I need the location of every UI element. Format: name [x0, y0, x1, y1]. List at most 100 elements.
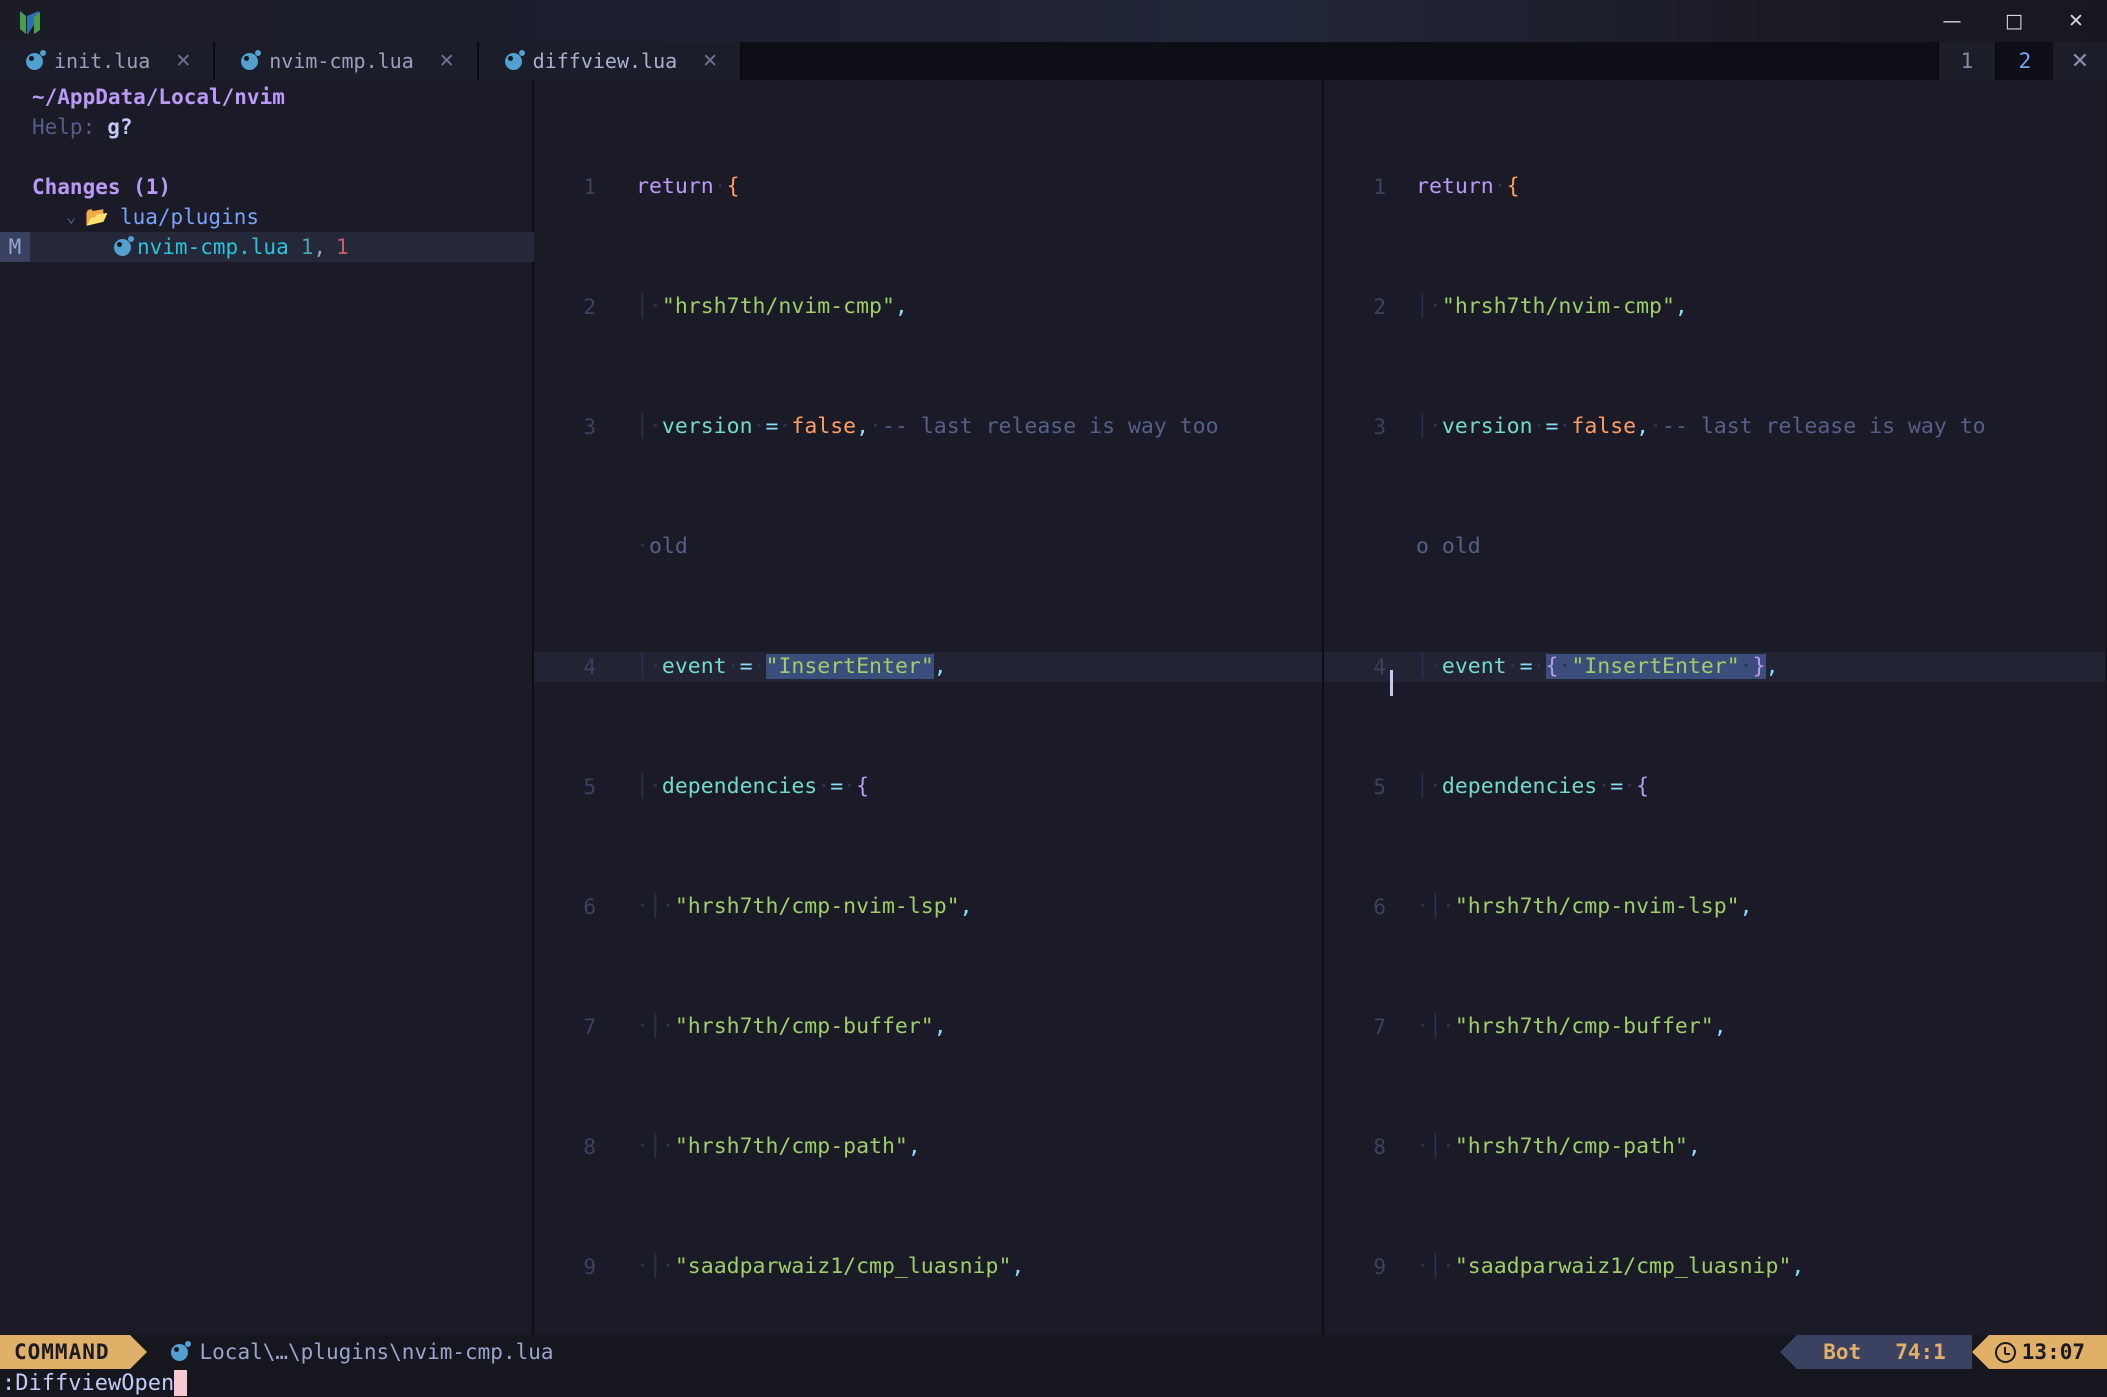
- tab-diffview-lua[interactable]: diffview.lua ✕: [479, 42, 742, 80]
- app-logo: [0, 7, 60, 35]
- tab-init-lua[interactable]: init.lua ✕: [0, 42, 215, 80]
- token-operator: =: [740, 654, 753, 679]
- code-line: 7 ·│·"hrsh7th/cmp-buffer",: [1324, 1012, 2105, 1042]
- code-line: 2 │·"hrsh7th/nvim-cmp",: [534, 292, 1322, 322]
- directory-row-lua-plugins[interactable]: ⌄ 📂 lua/plugins: [0, 202, 532, 232]
- diff-code-left: 1 return·{ 2 │·"hrsh7th/nvim-cmp", 3 │·v…: [534, 80, 1322, 1335]
- diff-code-right: 1 return·{ 2 │·"hrsh7th/nvim-cmp", 3 │·v…: [1324, 80, 2105, 1335]
- code-line: 3 │·version·=·false,·-- last release is …: [534, 412, 1322, 442]
- minimize-button[interactable]: —: [1921, 0, 1983, 42]
- token-brace: {: [856, 774, 869, 799]
- line-number: 3: [1324, 412, 1386, 442]
- tab-nvim-cmp-lua[interactable]: nvim-cmp.lua ✕: [215, 42, 478, 80]
- token-operator: =: [765, 414, 778, 439]
- token-comment: -- last release is way too: [882, 414, 1219, 439]
- code-line: 3 │·version·=·false,·-- last release is …: [1324, 412, 2105, 442]
- cursor-position-indicator: Bot 74:1: [1797, 1335, 1972, 1369]
- mode-separator-icon: [130, 1335, 147, 1369]
- diff-pane-left[interactable]: 1 return·{ 2 │·"hrsh7th/nvim-cmp", 3 │·v…: [534, 80, 1324, 1335]
- token-string: "hrsh7th/cmp-nvim-lsp": [1455, 894, 1740, 919]
- text-cursor: [1390, 670, 1393, 696]
- file-entry-nvim-cmp-lua[interactable]: M nvim-cmp.lua 1 , 1: [0, 232, 534, 262]
- line-number: 5: [534, 772, 596, 802]
- file-entry-name: nvim-cmp.lua: [137, 232, 289, 262]
- code-line: 2 │·"hrsh7th/nvim-cmp",: [1324, 292, 2105, 322]
- token-brace: {: [1636, 774, 1649, 799]
- clock-icon: [1995, 1342, 2016, 1363]
- token-boolean: false: [791, 414, 856, 439]
- token-string: "saadparwaiz1/cmp_luasnip": [1455, 1254, 1792, 1279]
- token-string: "hrsh7th/cmp-buffer": [1455, 1014, 1714, 1039]
- lua-file-icon: [241, 53, 258, 70]
- token-boolean: false: [1571, 414, 1636, 439]
- code-line: 6 ·│·"hrsh7th/cmp-nvim-lsp",: [1324, 892, 2105, 922]
- clock-indicator: 13:07: [1989, 1335, 2107, 1369]
- tabpage-2-button[interactable]: 2: [1995, 42, 2053, 80]
- tab-bar: init.lua ✕ nvim-cmp.lua ✕ diffview.lua ✕…: [0, 42, 2107, 80]
- tab-bar-filler: [742, 42, 1937, 80]
- line-number: 8: [1324, 1132, 1386, 1162]
- diff-pane-right[interactable]: 1 return·{ 2 │·"hrsh7th/nvim-cmp", 3 │·v…: [1324, 80, 2105, 1335]
- token-operator: =: [1545, 414, 1558, 439]
- line-number: 7: [534, 1012, 596, 1042]
- diff-added-open-brace: {: [1546, 654, 1559, 679]
- tab-label: diffview.lua: [533, 49, 678, 73]
- code-line: 7 ·│·"hrsh7th/cmp-buffer",: [534, 1012, 1322, 1042]
- code-line: 1 return·{: [534, 172, 1322, 202]
- token-operator: =: [1610, 774, 1623, 799]
- close-icon[interactable]: ✕: [439, 50, 455, 72]
- close-window-button[interactable]: ✕: [2045, 0, 2107, 42]
- lua-file-icon: [171, 1344, 188, 1361]
- tab-label: nvim-cmp.lua: [269, 49, 414, 73]
- clock-separator-icon: [1972, 1335, 1989, 1369]
- neovim-logo-icon: [17, 7, 43, 35]
- mode-indicator: COMMAND: [0, 1335, 130, 1369]
- command-line-text: :DiffviewOpen: [2, 1371, 174, 1396]
- close-all-tabs-button[interactable]: ✕: [2053, 42, 2107, 80]
- line-number: 2: [1324, 292, 1386, 322]
- close-icon[interactable]: ✕: [175, 50, 191, 72]
- diff-added-close-brace: }: [1753, 654, 1766, 679]
- line-number: 8: [534, 1132, 596, 1162]
- token-identifier: dependencies: [662, 774, 817, 799]
- line-number: 9: [534, 1252, 596, 1282]
- panel-root-path: ~/AppData/Local/nvim: [0, 82, 532, 112]
- token-string: "hrsh7th/nvim-cmp": [662, 294, 895, 319]
- line-number: 6: [1324, 892, 1386, 922]
- panel-spacer: [0, 142, 532, 172]
- lua-file-icon: [114, 239, 131, 256]
- token-string: "hrsh7th/cmp-path": [1455, 1134, 1688, 1159]
- status-file-path-text: Local\…\plugins\nvim-cmp.lua: [200, 1340, 554, 1364]
- close-icon[interactable]: ✕: [702, 50, 718, 72]
- token-identifier: version: [662, 414, 753, 439]
- token-string: "hrsh7th/cmp-nvim-lsp": [675, 894, 960, 919]
- command-line[interactable]: :DiffviewOpen: [0, 1369, 2107, 1397]
- code-line: 9 ·│·"saadparwaiz1/cmp_luasnip",: [1324, 1252, 2105, 1282]
- token-comment-wrap: o old: [1416, 534, 1481, 559]
- token-comment: -- last release is way to: [1662, 414, 1986, 439]
- line-column-value: 74:1: [1895, 1340, 1946, 1364]
- code-line: 5 │·dependencies·=·{: [534, 772, 1322, 802]
- diffview-file-panel[interactable]: ~/AppData/Local/nvim Help: g? Changes (1…: [0, 80, 534, 1335]
- token-brace: {: [727, 174, 740, 199]
- position-separator-icon: [1780, 1335, 1797, 1369]
- token-identifier: event: [662, 654, 727, 679]
- code-line: 8 ·│·"hrsh7th/cmp-path",: [534, 1132, 1322, 1162]
- tabpage-1-button[interactable]: 1: [1937, 42, 1995, 80]
- code-line: 1 return·{: [1324, 172, 2105, 202]
- token-string: "hrsh7th/cmp-path": [675, 1134, 908, 1159]
- additions-count: 1: [301, 232, 314, 262]
- code-line: 5 │·dependencies·=·{: [1324, 772, 2105, 802]
- line-number: 1: [534, 172, 596, 202]
- token-operator: =: [1520, 654, 1533, 679]
- code-line-changed: 4 │·event·=·{·"InsertEnter"·},: [1324, 652, 2105, 682]
- stat-separator: ,: [313, 232, 326, 262]
- token-brace: {: [1507, 174, 1520, 199]
- maximize-button[interactable]: □: [1983, 0, 2045, 42]
- main-area: ~/AppData/Local/nvim Help: g? Changes (1…: [0, 80, 2107, 1335]
- token-string: "saadparwaiz1/cmp_luasnip": [675, 1254, 1012, 1279]
- panel-help-line: Help: g?: [0, 112, 532, 142]
- deletions-count: 1: [336, 232, 349, 262]
- status-line: COMMAND Local\…\plugins\nvim-cmp.lua Bot…: [0, 1335, 2107, 1369]
- chevron-down-icon[interactable]: ⌄: [66, 202, 76, 232]
